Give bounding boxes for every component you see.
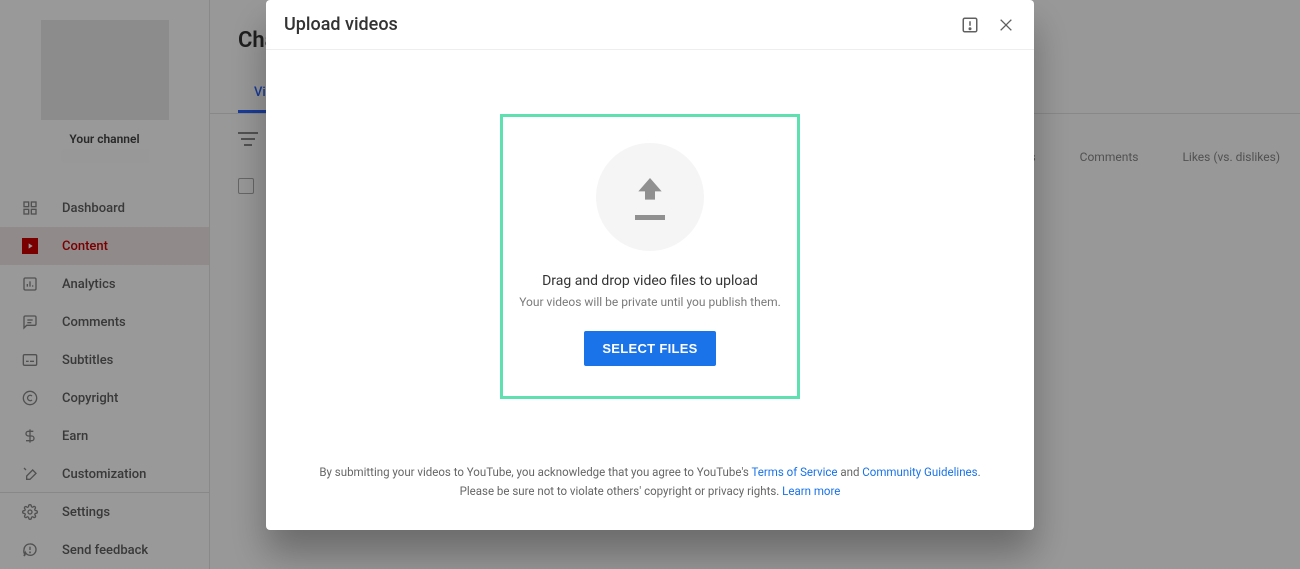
modal-footer-legal: By submitting your videos to YouTube, yo…: [266, 463, 1034, 530]
modal-header: Upload videos: [266, 0, 1034, 50]
community-guidelines-link[interactable]: Community Guidelines: [862, 465, 977, 479]
select-files-button[interactable]: SELECT FILES: [584, 331, 715, 366]
learn-more-link[interactable]: Learn more: [782, 484, 840, 498]
legal-text: By submitting your videos to YouTube, yo…: [319, 465, 751, 479]
upload-icon: [596, 143, 704, 251]
modal-title: Upload videos: [284, 14, 398, 35]
feedback-icon[interactable]: [960, 15, 980, 35]
upload-dropzone[interactable]: Drag and drop video files to upload Your…: [500, 114, 800, 399]
upload-modal: Upload videos Drag and drop video files …: [266, 0, 1034, 530]
dropzone-text-primary: Drag and drop video files to upload: [542, 273, 758, 289]
dropzone-text-secondary: Your videos will be private until you pu…: [519, 295, 781, 309]
terms-of-service-link[interactable]: Terms of Service: [752, 465, 838, 479]
close-icon[interactable]: [996, 15, 1016, 35]
legal-text-2: Please be sure not to violate others' co…: [460, 484, 783, 498]
modal-body: Drag and drop video files to upload Your…: [266, 50, 1034, 463]
